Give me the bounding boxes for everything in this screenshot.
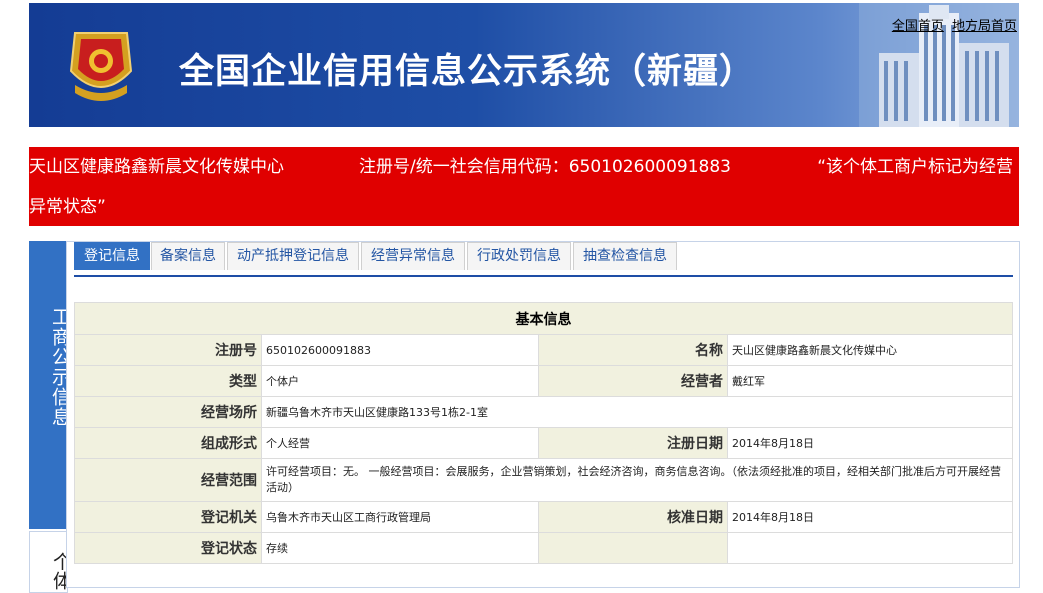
label-type: 类型	[74, 365, 262, 397]
notice-status-cont: 异常状态”	[29, 197, 106, 217]
value-approve-date: 2014年8月18日	[727, 501, 1013, 533]
notice-reg: 注册号/统一社会信用代码：650102600091883	[359, 157, 731, 177]
value-operator: 戴红军	[727, 365, 1013, 397]
side-tab-business-info[interactable]: 工商公示信息	[29, 241, 71, 529]
value-type: 个体户	[261, 365, 539, 397]
label-form: 组成形式	[74, 427, 262, 459]
label-place: 经营场所	[74, 396, 262, 428]
table-title: 基本信息	[74, 302, 1013, 335]
value-authority: 乌鲁木齐市天山区工商行政管理局	[261, 501, 539, 533]
notice-status: “该个体工商户标记为经营	[817, 157, 1013, 177]
tab-mortgage[interactable]: 动产抵押登记信息	[227, 242, 359, 270]
page-title: 全国企业信用信息公示系统（新疆）	[179, 52, 756, 92]
value-name: 天山区健康路鑫新晨文化传媒中心	[727, 334, 1013, 366]
tab-penalty[interactable]: 行政处罚信息	[467, 242, 571, 270]
value-scope: 许可经营项目：无。 一般经营项目：会展服务，企业营销策划，社会经济咨询，商务信息…	[261, 458, 1013, 502]
label-status: 登记状态	[74, 532, 262, 564]
label-scope: 经营范围	[74, 458, 262, 502]
label-name: 名称	[538, 334, 728, 366]
value-place: 新疆乌鲁木齐市天山区健康路133号1栋2-1室	[261, 396, 1013, 428]
tab-abnormal[interactable]: 经营异常信息	[361, 242, 465, 270]
main-panel: 登记信息 备案信息 动产抵押登记信息 经营异常信息 行政处罚信息 抽查检查信息 …	[66, 241, 1020, 588]
side-tab-individual[interactable]: 个体	[29, 531, 72, 593]
basic-info-table: 基本信息 注册号 650102600091883 名称 天山区健康路鑫新晨文化传…	[74, 302, 1013, 564]
value-reg-no: 650102600091883	[261, 334, 539, 366]
header-banner: 全国企业信用信息公示系统（新疆） 全国首页 地方局首页	[29, 3, 1019, 127]
value-empty	[727, 532, 1013, 564]
tab-underline	[74, 275, 1013, 277]
top-links: 全国首页 地方局首页	[888, 15, 1017, 34]
home-link[interactable]: 全国首页	[892, 19, 944, 34]
label-reg-date: 注册日期	[538, 427, 728, 459]
emblem-icon	[69, 32, 133, 101]
label-empty	[538, 532, 728, 564]
label-reg-no: 注册号	[74, 334, 262, 366]
value-reg-date: 2014年8月18日	[727, 427, 1013, 459]
abnormal-notice: 天山区健康路鑫新晨文化传媒中心 注册号/统一社会信用代码：65010260009…	[29, 147, 1019, 226]
tab-filing[interactable]: 备案信息	[151, 242, 225, 270]
notice-name: 天山区健康路鑫新晨文化传媒中心	[29, 157, 284, 177]
tab-registration[interactable]: 登记信息	[74, 242, 150, 270]
value-status: 存续	[261, 532, 539, 564]
value-form: 个人经营	[261, 427, 539, 459]
tab-inspection[interactable]: 抽查检查信息	[573, 242, 677, 270]
label-operator: 经营者	[538, 365, 728, 397]
local-home-link[interactable]: 地方局首页	[952, 19, 1017, 34]
label-approve-date: 核准日期	[538, 501, 728, 533]
label-authority: 登记机关	[74, 501, 262, 533]
